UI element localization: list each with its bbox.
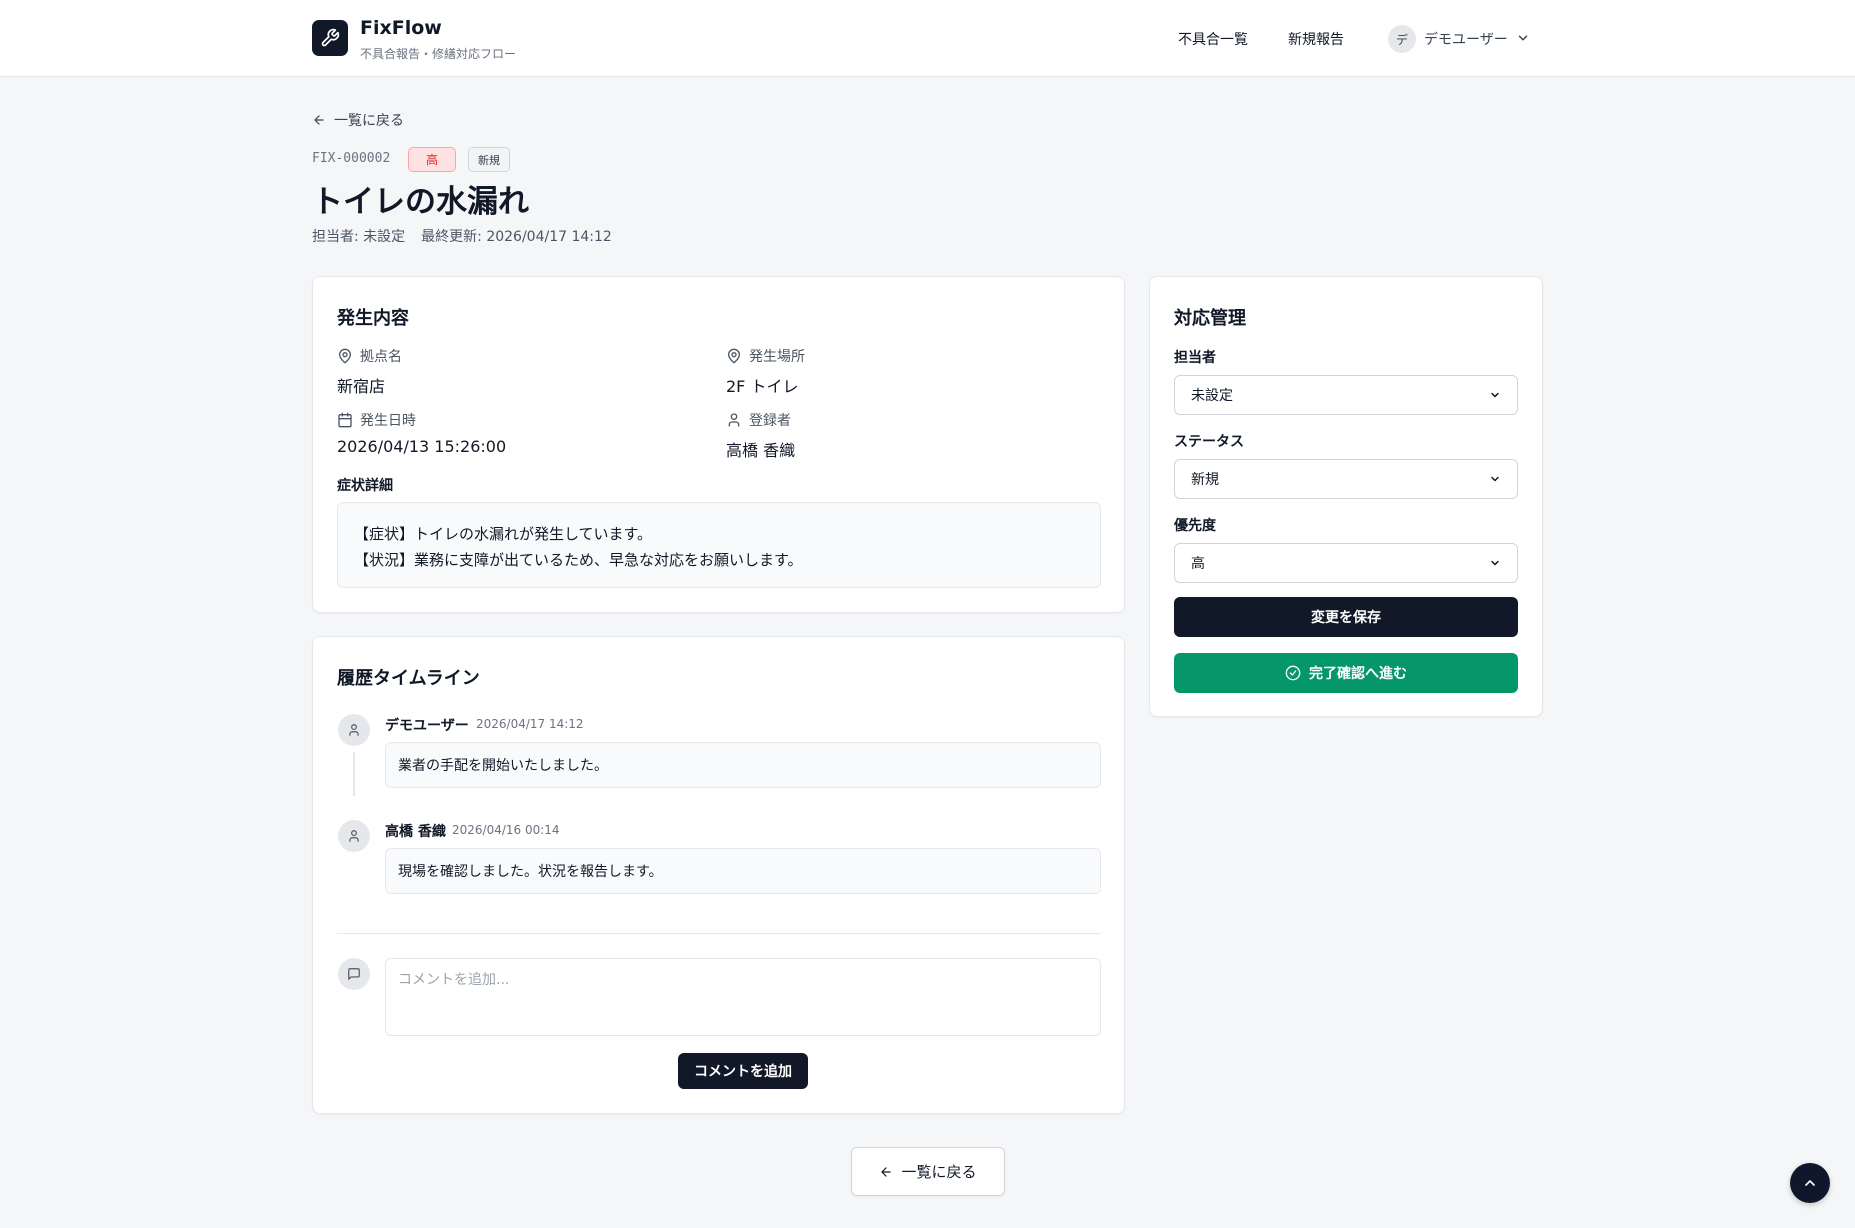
- map-pin-icon: [339, 348, 351, 364]
- assignee-select[interactable]: 未設定: [1174, 375, 1518, 415]
- field-label-datetime: 発生日時: [337, 410, 416, 430]
- chevron-down-icon: [1491, 392, 1499, 398]
- user-menu-name[interactable]: デモユーザー: [1424, 29, 1508, 49]
- complete-confirm-button[interactable]: 完了確認へ進む: [1174, 653, 1518, 693]
- timeline-avatar: [338, 820, 370, 852]
- symptom-label: 症状詳細: [337, 478, 393, 494]
- field-label-site: 拠点名: [337, 346, 402, 366]
- back-link[interactable]: 一覧に戻る: [312, 110, 404, 130]
- management-card: 対応管理 担当者 未設定 ステータス 新規 優先度 高 変更を保存 完了確認へ進…: [1149, 276, 1543, 717]
- add-comment-button[interactable]: コメントを追加: [678, 1053, 808, 1089]
- chevron-down-icon: [1491, 476, 1499, 482]
- chevron-up-icon: [1805, 1180, 1815, 1186]
- timeline-author: 高橋 香織: [385, 824, 446, 840]
- field-label-reporter: 登録者: [726, 410, 791, 430]
- comment-avatar: [338, 958, 370, 990]
- map-pin-icon: [728, 348, 740, 364]
- symptom-box: 【症状】トイレの水漏れが発生しています。 【状況】業務に支障が出ているため、早急…: [337, 502, 1101, 588]
- save-changes-button[interactable]: 変更を保存: [1174, 597, 1518, 637]
- divider: [337, 933, 1101, 934]
- priority-select-value: 高: [1191, 556, 1205, 572]
- avatar[interactable]: デ: [1388, 25, 1416, 53]
- status-label: ステータス: [1174, 434, 1244, 450]
- assignee-select-value: 未設定: [1191, 388, 1233, 404]
- bottom-back-label: 一覧に戻る: [901, 1163, 977, 1181]
- field-value-datetime: 2026/04/13 15:26:00: [337, 437, 507, 456]
- status-select[interactable]: 新規: [1174, 459, 1518, 499]
- management-title: 対応管理: [1174, 308, 1246, 329]
- priority-label: 優先度: [1174, 518, 1216, 534]
- timeline-time: 2026/04/17 14:12: [476, 717, 584, 731]
- calendar-icon: [338, 412, 352, 428]
- app-logo[interactable]: [312, 20, 348, 56]
- updated-meta: 最終更新: 2026/04/17 14:12: [421, 229, 612, 245]
- field-value-location: 2F トイレ: [726, 377, 799, 396]
- message-square-icon: [348, 968, 360, 980]
- comment-input[interactable]: [385, 958, 1101, 1036]
- details-title: 発生内容: [337, 308, 409, 329]
- bottom-back-button[interactable]: 一覧に戻る: [851, 1147, 1005, 1196]
- app-name: FixFlow: [360, 17, 442, 39]
- field-value-site: 新宿店: [337, 377, 386, 396]
- ticket-id: FIX-000002: [312, 151, 391, 166]
- nav-issue-list[interactable]: 不具合一覧: [1178, 29, 1248, 49]
- details-card: 発生内容 拠点名 新宿店 発生場所 2F トイレ 発生日時 2026/04/13…: [312, 276, 1125, 613]
- assignee-meta: 担当者: 未設定: [312, 229, 406, 245]
- timeline-connector: [353, 752, 355, 796]
- user-icon: [728, 413, 740, 427]
- app-subtitle: 不具合報告・修繕対応フロー: [360, 47, 517, 61]
- arrow-left-icon: [881, 1166, 892, 1177]
- field-label-location: 発生場所: [726, 346, 805, 366]
- field-value-reporter: 高橋 香織: [726, 441, 796, 460]
- timeline-avatar: [338, 714, 370, 746]
- ticket-meta: 担当者: 未設定 最終更新: 2026/04/17 14:12: [312, 226, 612, 246]
- status-select-value: 新規: [1191, 472, 1219, 488]
- assignee-label: 担当者: [1174, 350, 1216, 366]
- user-icon: [349, 830, 359, 842]
- timeline-card: 履歴タイムライン デモユーザー 2026/04/17 14:12 業者の手配を開…: [312, 636, 1125, 1114]
- wrench-icon: [321, 28, 340, 47]
- check-circle-icon: [1285, 665, 1301, 681]
- top-header: FixFlow 不具合報告・修繕対応フロー 不具合一覧 新規報告 デ デモユーザ…: [0, 0, 1855, 77]
- page-title: トイレの水漏れ: [312, 184, 529, 220]
- scroll-to-top-button[interactable]: [1790, 1163, 1830, 1203]
- back-link-label: 一覧に戻る: [334, 113, 404, 129]
- chevron-down-icon[interactable]: [1516, 31, 1530, 45]
- timeline-time: 2026/04/16 00:14: [452, 823, 560, 837]
- user-icon: [349, 724, 359, 736]
- timeline-message: 業者の手配を開始いたしました。: [385, 742, 1101, 788]
- timeline-title: 履歴タイムライン: [337, 668, 480, 689]
- priority-badge: 高: [408, 147, 456, 172]
- complete-confirm-label: 完了確認へ進む: [1309, 666, 1407, 682]
- priority-select[interactable]: 高: [1174, 543, 1518, 583]
- chevron-down-icon: [1491, 560, 1499, 566]
- symptom-line: 【症状】トイレの水漏れが発生しています。: [354, 525, 653, 543]
- symptom-line: 【状況】業務に支障が出ているため、早急な対応をお願いします。: [354, 551, 803, 569]
- timeline-message: 現場を確認しました。状況を報告します。: [385, 848, 1101, 894]
- timeline-author: デモユーザー: [385, 718, 469, 734]
- status-badge: 新規: [468, 147, 510, 172]
- nav-new-report[interactable]: 新規報告: [1288, 29, 1344, 49]
- arrow-left-icon: [314, 115, 324, 125]
